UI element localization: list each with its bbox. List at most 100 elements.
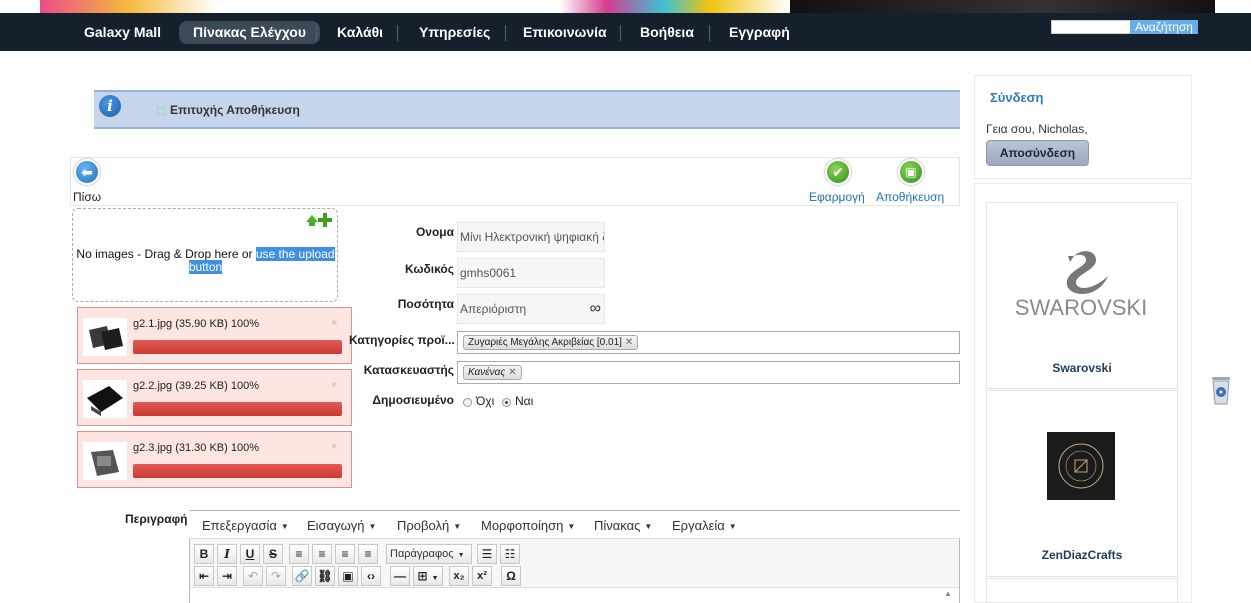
file-name: g2.3.jpg (31.30 KB) 100% <box>133 442 259 454</box>
published-yes-label: Ναι <box>515 394 534 408</box>
category-tag: Ζυγαριές Μεγάλης Ακριβείας [0.01] ✕ <box>463 335 639 350</box>
search-button[interactable]: Αναζήτηση <box>1130 20 1198 34</box>
indent-icon[interactable]: ⇥ <box>217 566 237 586</box>
floppy-disk-icon: ▣ <box>898 159 924 185</box>
apply-button-label[interactable]: Εφαρμογή <box>809 190 865 204</box>
apply-button[interactable]: ✔ <box>824 159 851 185</box>
swarovski-logo[interactable]: SWAROVSKI <box>1012 248 1150 318</box>
uploaded-file-item: g2.2.jpg (39.25 KB) 100% × <box>77 369 352 426</box>
editor-menu-edit[interactable]: Επεξεργασία ▼ <box>202 518 289 533</box>
search-input[interactable] <box>1051 20 1131 34</box>
editor-menu-table[interactable]: Πίνακας ▼ <box>594 518 652 533</box>
code-label: Κωδικός <box>404 262 454 276</box>
info-icon: i <box>99 95 121 117</box>
superscript-icon[interactable]: x² <box>472 566 492 586</box>
editor-menu-insert[interactable]: Εισαγωγή ▼ <box>307 518 376 533</box>
remove-tag-icon[interactable]: ✕ <box>508 367 516 378</box>
upload-progress-bar <box>133 402 342 416</box>
align-justify-icon[interactable]: ≡ <box>358 544 378 564</box>
nav-item-galaxy-mall[interactable]: Galaxy Mall <box>78 21 167 44</box>
editor-menu-tools[interactable]: Εργαλεία ▼ <box>672 518 737 533</box>
code-icon[interactable]: ‹› <box>361 566 381 586</box>
remove-file-icon[interactable]: × <box>331 379 337 391</box>
recycle-bin-icon[interactable] <box>1208 374 1234 406</box>
banner-graphic-middle <box>560 0 790 13</box>
strikethrough-icon[interactable]: S <box>263 544 283 564</box>
remove-file-icon[interactable]: × <box>331 317 337 329</box>
manufacturer-tag-label: Κανένας <box>468 367 506 378</box>
nav-item-help[interactable]: Βοήθεια <box>634 21 700 44</box>
image-icon[interactable]: ▣ <box>338 566 358 586</box>
outdent-icon[interactable]: ⇤ <box>194 566 214 586</box>
manufacturer-select[interactable]: Κανένας ✕ <box>457 361 960 384</box>
numbered-list-icon[interactable]: ☷ <box>500 544 520 564</box>
nav-item-contact[interactable]: Επικοινωνία <box>517 21 613 44</box>
dropzone-instructions: No images - Drag & Drop here or <box>76 247 256 261</box>
align-right-icon[interactable]: ≡ <box>335 544 355 564</box>
brand-name-zendiazcrafts[interactable]: ZenDiazCrafts <box>986 548 1178 562</box>
categories-select[interactable]: Ζυγαριές Μεγάλης Ακριβείας [0.01] ✕ <box>457 331 960 354</box>
file-name: g2.2.jpg (39.25 KB) 100% <box>133 380 259 392</box>
manufacturer-label: Κατασκευαστής <box>363 363 454 377</box>
link-icon[interactable]: 🔗 <box>292 566 312 586</box>
greeting-text: Γεια σου, Nicholas, <box>986 122 1088 136</box>
unlink-icon[interactable]: ⛓ <box>315 566 335 586</box>
special-character-icon[interactable]: Ω <box>501 566 521 586</box>
svg-text:SWAROVSKI: SWAROVSKI <box>1015 295 1147 318</box>
remove-tag-icon[interactable]: ✕ <box>625 337 633 348</box>
save-button[interactable]: ▣ <box>897 159 924 185</box>
back-arrow-icon: ⬅ <box>74 159 100 185</box>
upload-progress-bar <box>133 464 342 478</box>
editor-toolbar-row-2: ⇤ ⇥ ↶ ↷ 🔗 ⛓ ▣ ‹› — ⊞ ▼ x₂ x² Ω <box>191 566 959 586</box>
save-button-label[interactable]: Αποθήκευση <box>876 190 944 204</box>
quantity-value: Απεριόριστη <box>460 302 527 316</box>
brand-name-swarovski[interactable]: Swarovski <box>986 361 1178 375</box>
nav-separator <box>709 25 710 41</box>
add-upload-icon[interactable] <box>304 212 334 228</box>
logout-button[interactable]: Αποσύνδεση <box>986 140 1089 166</box>
editor-menubar: Επεξεργασία ▼ Εισαγωγή ▼ Προβολή ▼ Μορφοποί… <box>189 511 960 539</box>
nav-item-control-panel[interactable]: Πίνακας Ελέγχου <box>179 21 320 44</box>
back-button-label[interactable]: Πίσω <box>73 190 101 204</box>
paragraph-format-select[interactable]: Παράγραφος ▼ <box>386 544 472 564</box>
code-field[interactable]: gmhs0061 <box>457 258 605 288</box>
align-center-icon[interactable]: ≡ <box>312 544 332 564</box>
uploaded-file-item: g2.3.jpg (31.30 KB) 100% × <box>77 431 352 488</box>
table-icon[interactable]: ⊞ ▼ <box>413 566 443 586</box>
zendiazcrafts-logo[interactable] <box>1047 432 1115 500</box>
category-tag-label: Ζυγαριές Μεγάλης Ακριβείας [0.01] <box>468 337 622 348</box>
description-label: Περιγραφή <box>125 512 188 526</box>
manufacturer-tag: Κανένας ✕ <box>463 365 522 380</box>
checkmark-icon: ✔ <box>825 159 851 185</box>
horizontal-rule-icon[interactable]: — <box>390 566 410 586</box>
editor-content-area[interactable] <box>190 587 959 603</box>
quantity-label: Ποσότητα <box>397 297 454 311</box>
subscript-icon[interactable]: x₂ <box>449 566 469 586</box>
categories-label: Κατηγορίες προϊ... <box>349 333 454 347</box>
nav-item-cart[interactable]: Καλάθι <box>331 21 389 44</box>
infinity-icon[interactable]: ∞ <box>590 295 601 323</box>
dropzone-text: No images - Drag & Drop here or use the … <box>74 247 337 274</box>
upload-progress-fill <box>133 402 342 416</box>
redo-icon[interactable]: ↷ <box>266 566 286 586</box>
bold-icon[interactable]: B <box>194 544 214 564</box>
underline-icon[interactable]: U <box>240 544 260 564</box>
nav-item-services[interactable]: Υπηρεσίες <box>413 21 496 44</box>
remove-file-icon[interactable]: × <box>331 441 337 453</box>
quantity-field[interactable]: Απεριόριστη ∞ <box>457 294 605 324</box>
name-field[interactable]: Μίνι Ηλεκτρονική ψηφιακή ζ <box>457 222 605 252</box>
nav-separator <box>505 25 506 41</box>
undo-icon[interactable]: ↶ <box>243 566 263 586</box>
editor-menu-view[interactable]: Προβολή ▼ <box>397 518 461 533</box>
editor-menu-format[interactable]: Μορφοποίηση ▼ <box>481 518 575 533</box>
editor-toolbar-row-1: B I U S ≡ ≡ ≡ ≡ Παράγραφος ▼ ☰ ☷ <box>191 544 959 564</box>
nav-item-register[interactable]: Εγγραφή <box>723 21 796 44</box>
italic-icon[interactable]: I <box>217 544 237 564</box>
align-left-icon[interactable]: ≡ <box>289 544 309 564</box>
published-no-radio[interactable] <box>463 398 472 407</box>
scroll-up-arrow-icon[interactable]: ▲ <box>944 589 952 598</box>
published-yes-radio[interactable] <box>502 398 511 407</box>
login-title: Σύνδεση <box>990 90 1044 105</box>
bullet-list-icon[interactable]: ☰ <box>477 544 497 564</box>
brand-card[interactable] <box>986 578 1178 603</box>
